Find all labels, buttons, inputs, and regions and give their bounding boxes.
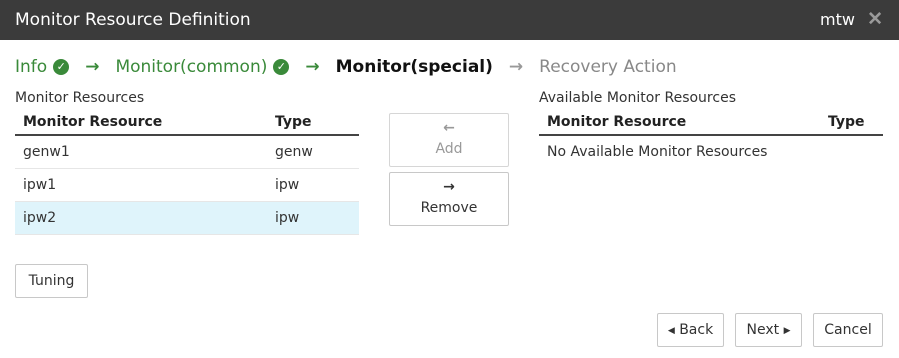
dialog-titlebar: Monitor Resource Definition mtw ✕ xyxy=(0,0,899,40)
row-type: ipw xyxy=(275,177,300,193)
monitor-resources-label: Monitor Resources xyxy=(15,90,145,106)
step-info[interactable]: Info ✓ xyxy=(15,57,70,77)
check-circle-icon: ✓ xyxy=(273,59,290,75)
column-type: Type xyxy=(828,114,865,130)
back-button[interactable]: ◀ Back xyxy=(657,313,724,347)
step-monitor-special-label: Monitor(special) xyxy=(335,57,493,77)
step-monitor-common[interactable]: Monitor(common) ✓ xyxy=(115,57,290,77)
table-row[interactable]: ipw1 ipw xyxy=(15,169,359,202)
row-name: genw1 xyxy=(23,144,70,160)
available-monitor-resources-label: Available Monitor Resources xyxy=(539,90,736,106)
table-header: Monitor Resource Type xyxy=(15,110,359,136)
table-header: Monitor Resource Type xyxy=(539,110,883,136)
row-type: ipw xyxy=(275,210,300,226)
column-monitor-resource: Monitor Resource xyxy=(547,114,687,130)
monitor-resources-table: Monitor Resource Type genw1 genw ipw1 ip… xyxy=(15,110,359,235)
empty-text: No Available Monitor Resources xyxy=(547,144,768,160)
caret-left-icon: ◀ xyxy=(667,326,675,336)
add-button-label: Add xyxy=(435,141,463,157)
caret-right-icon: ▶ xyxy=(783,326,791,336)
empty-row: No Available Monitor Resources xyxy=(539,136,883,169)
user-name: mtw xyxy=(820,10,855,29)
next-button[interactable]: Next ▶ xyxy=(735,313,802,347)
back-button-label: Back xyxy=(679,322,714,338)
wizard-steps: Info ✓ → Monitor(common) ✓ → Monitor(spe… xyxy=(15,56,677,78)
close-icon[interactable]: ✕ xyxy=(867,8,883,31)
next-button-label: Next xyxy=(746,322,780,338)
step-recovery-action-label: Recovery Action xyxy=(539,57,677,77)
table-row[interactable]: genw1 genw xyxy=(15,136,359,169)
step-info-label: Info xyxy=(15,57,48,77)
remove-button[interactable]: → Remove xyxy=(389,172,509,226)
step-monitor-common-label: Monitor(common) xyxy=(115,57,268,77)
check-circle-icon: ✓ xyxy=(53,59,70,75)
step-recovery-action: Recovery Action xyxy=(539,57,676,77)
dialog-title: Monitor Resource Definition xyxy=(15,10,251,30)
column-monitor-resource: Monitor Resource xyxy=(23,114,163,130)
column-type: Type xyxy=(275,114,312,130)
remove-button-label: Remove xyxy=(420,200,478,216)
table-row-selected[interactable]: ipw2 ipw xyxy=(15,202,359,235)
arrow-right-icon: → xyxy=(508,57,524,77)
tuning-button[interactable]: Tuning xyxy=(15,264,88,298)
arrow-right-icon: → xyxy=(305,57,320,77)
row-name: ipw1 xyxy=(23,177,57,193)
row-name: ipw2 xyxy=(23,210,57,226)
add-button[interactable]: ← Add xyxy=(389,113,509,167)
step-monitor-special: Monitor(special) xyxy=(336,57,493,77)
row-type: genw xyxy=(275,144,313,160)
cancel-button[interactable]: Cancel xyxy=(813,313,883,347)
arrow-right-icon: → xyxy=(443,179,455,195)
arrow-right-icon: → xyxy=(85,57,100,77)
available-resources-table: Monitor Resource Type No Available Monit… xyxy=(539,110,883,169)
arrow-left-icon: ← xyxy=(443,120,455,136)
